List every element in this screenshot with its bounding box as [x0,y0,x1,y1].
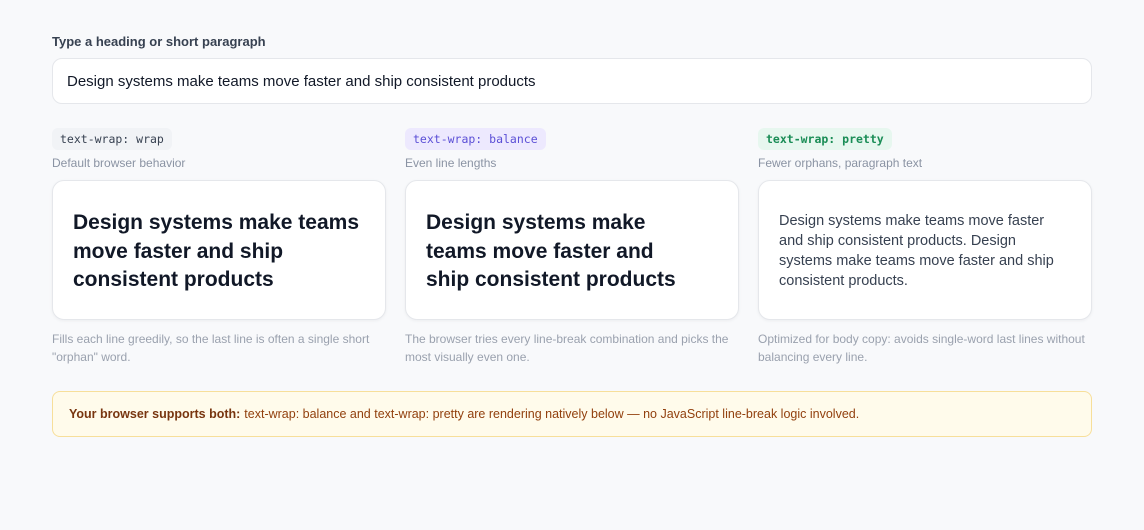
note-pretty: Optimized for body copy: avoids single-w… [758,332,1085,364]
description-pretty: Fewer orphans, paragraph text [758,156,923,170]
column-pretty: text-wrap: pretty Fewer orphans, paragra… [758,128,1092,366]
banner-text: text-wrap: balance and text-wrap: pretty… [244,407,860,421]
tag-pretty: text-wrap: pretty [758,128,892,150]
comparison-columns: text-wrap: wrap Default browser behavior… [52,128,1092,366]
preview-line: ship consistent products [426,268,676,291]
preview-line: teams move faster and [426,239,654,263]
preview-heading-balance: Design systems make teams move faster an… [426,209,688,295]
description-balance: Even line lengths [405,156,497,170]
preview-card-wrap: Design systems make teams move faster an… [52,180,386,320]
preview-card-pretty: Design systems make teams move faster an… [758,180,1092,320]
preview-paragraph-pretty: Design systems make teams move faster an… [779,213,1054,289]
preview-card-balance: Design systems make teams move faster an… [405,180,739,320]
support-banner: Your browser supports both: text-wrap: b… [52,391,1092,437]
column-wrap: text-wrap: wrap Default browser behavior… [52,128,386,366]
demo-page: Type a heading or short paragraph text-w… [0,0,1144,437]
input-label: Type a heading or short paragraph [52,34,266,49]
tag-wrap: text-wrap: wrap [52,128,172,150]
preview-line: Design systems make teams [73,211,359,234]
note-balance: The browser tries every line-break combi… [405,332,729,364]
column-balance: text-wrap: balance Even line lengths Des… [405,128,739,366]
banner-strong: Your browser supports both: [69,407,241,421]
preview-line: Design systems make [426,211,646,234]
tag-balance: text-wrap: balance [405,128,546,150]
heading-input[interactable] [52,58,1092,104]
preview-line: consistent products [73,268,274,291]
preview-heading-wrap: Design systems make teams move faster an… [73,209,359,295]
note-wrap: Fills each line greedily, so the last li… [52,332,370,364]
preview-line: move faster and ship [73,239,284,263]
description-wrap: Default browser behavior [52,156,186,170]
